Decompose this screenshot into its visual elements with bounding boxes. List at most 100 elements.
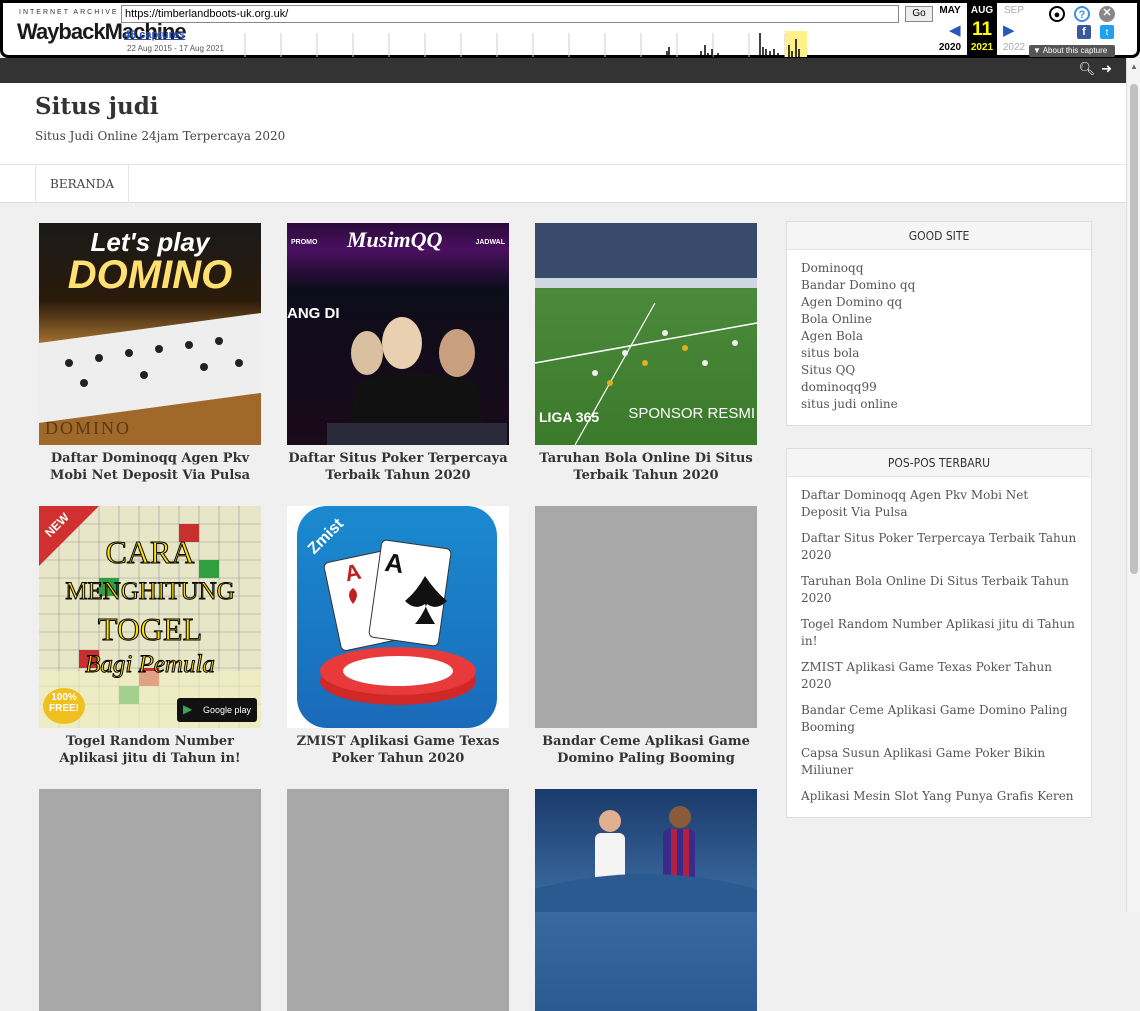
wayback-go-button[interactable]: Go — [905, 6, 933, 22]
page-scrollbar[interactable]: ▲ — [1126, 58, 1140, 912]
post-card[interactable] — [287, 789, 509, 1011]
list-item[interactable]: Agen Bola — [801, 328, 1077, 345]
thumb-text: TOGEL — [97, 611, 203, 648]
thumb-text: A — [383, 546, 406, 580]
post-thumbnail[interactable]: LIGA 365 SPONSOR RESMI — [535, 223, 757, 445]
list-item[interactable]: situs judi online — [801, 396, 1077, 413]
widget-good-site: GOOD SITE Dominoqq Bandar Domino qq Agen… — [786, 221, 1092, 426]
wayback-toolbar: INTERNET ARCHIVE WaybackMachine Go 48 ca… — [0, 0, 1140, 58]
list-item[interactable]: Dominoqq — [801, 260, 1077, 277]
prev-capture-arrow-icon[interactable]: ◀ — [949, 21, 961, 39]
thumb-text: MusimQQ — [347, 227, 443, 252]
thumb-text: DOMINO — [67, 253, 233, 297]
scrollbar-thumb[interactable] — [1130, 84, 1138, 574]
post-thumbnail[interactable]: NEW CARA MENGHITUNG TOGEL Bagi Pemula 10… — [39, 506, 261, 728]
capture-sparkline[interactable] — [233, 27, 807, 57]
topbar-icons: 🔍︎ ➜ — [1073, 62, 1112, 77]
list-item[interactable]: Daftar Dominoqq Agen Pkv Mobi Net Deposi… — [801, 487, 1077, 521]
thumb-text: JADWAL — [475, 239, 505, 246]
about-capture-label: About this capture — [1042, 46, 1108, 55]
thumb-text: LIGA 365 — [539, 409, 600, 425]
site-description: Situs Judi Online 24jam Terpercaya 2020 — [35, 129, 286, 143]
post-card[interactable]: NEW CARA MENGHITUNG TOGEL Bagi Pemula 10… — [39, 506, 261, 767]
list-item[interactable]: Bandar Ceme Aplikasi Game Domino Paling … — [801, 702, 1077, 736]
list-item[interactable]: Togel Random Number Aplikasi jitu di Tah… — [801, 616, 1077, 650]
post-title[interactable]: Togel Random Number Aplikasi jitu di Tah… — [39, 733, 261, 767]
twitter-icon[interactable]: t — [1100, 25, 1114, 39]
facebook-icon[interactable]: f — [1077, 25, 1091, 39]
thumb-text: SPONSOR RESMI — [628, 405, 755, 422]
current-month: AUG — [970, 5, 994, 16]
list-item[interactable]: Bola Online — [801, 311, 1077, 328]
main-nav: BERANDA — [0, 165, 1126, 203]
thumb-text: DOMINO — [45, 418, 131, 438]
list-item[interactable]: Taruhan Bola Online Di Situs Terbaik Tah… — [801, 573, 1077, 607]
site-title[interactable]: Situs judi — [35, 93, 159, 120]
thumb-text: 100% FREE! — [43, 688, 85, 724]
post-card[interactable] — [39, 789, 261, 1011]
post-card[interactable] — [535, 789, 757, 1011]
sign-in-icon[interactable]: ➜ — [1101, 62, 1112, 77]
about-capture-button[interactable]: ▼ About this capture — [1029, 45, 1115, 57]
prev-year-link[interactable]: 2020 — [935, 42, 965, 53]
site-topbar: 🔍︎ ➜ — [0, 58, 1126, 83]
post-thumbnail-placeholder[interactable] — [39, 789, 261, 1011]
post-thumbnail-placeholder[interactable] — [287, 789, 509, 1011]
post-thumbnail[interactable]: Zmist A A — [287, 506, 509, 728]
cards-and-chip-graphic — [320, 539, 476, 705]
widget-heading: POS-POS TERBARU — [787, 449, 1091, 477]
football-players-graphic — [535, 806, 757, 912]
captures-link[interactable]: 48 captures — [124, 29, 185, 41]
post-thumbnail-placeholder[interactable] — [535, 506, 757, 728]
next-year: 2022 — [1002, 42, 1026, 53]
post-title[interactable]: Daftar Situs Poker Terpercaya Terbaik Ta… — [287, 450, 509, 484]
next-capture-arrow-icon[interactable]: ▶ — [1003, 21, 1015, 39]
post-card[interactable]: Bandar Ceme Aplikasi Game Domino Paling … — [535, 506, 757, 767]
post-card[interactable]: Let's play DOMINO DOMINO Daftar Dominoqq… — [39, 223, 261, 484]
good-site-list: Dominoqq Bandar Domino qq Agen Domino qq… — [787, 250, 1091, 425]
thumb-text: Bagi Pemula — [85, 651, 216, 679]
site-header: Situs judi Situs Judi Online 24jam Terpe… — [0, 83, 1126, 165]
post-title[interactable]: Taruhan Bola Online Di Situs Terbaik Tah… — [535, 450, 757, 484]
list-item[interactable]: Aplikasi Mesin Slot Yang Punya Grafis Ke… — [801, 788, 1077, 805]
list-item[interactable]: Bandar Domino qq — [801, 277, 1077, 294]
list-item[interactable]: Agen Domino qq — [801, 294, 1077, 311]
close-icon[interactable]: ✕ — [1099, 6, 1115, 22]
list-item[interactable]: ZMIST Aplikasi Game Texas Poker Tahun 20… — [801, 659, 1077, 693]
post-card[interactable]: LIGA 365 SPONSOR RESMI Taruhan Bola Onli… — [535, 223, 757, 484]
post-thumbnail[interactable]: Let's play DOMINO DOMINO — [39, 223, 261, 445]
current-day: 11 — [971, 19, 993, 40]
post-title[interactable]: Daftar Dominoqq Agen Pkv Mobi Net Deposi… — [39, 450, 261, 484]
recent-posts-list: Daftar Dominoqq Agen Pkv Mobi Net Deposi… — [787, 477, 1091, 817]
internet-archive-label: INTERNET ARCHIVE — [19, 9, 119, 16]
list-item[interactable]: dominoqq99 — [801, 379, 1077, 396]
post-title[interactable]: Bandar Ceme Aplikasi Game Domino Paling … — [535, 733, 757, 767]
prev-month-link[interactable]: MAY — [935, 5, 965, 16]
list-item[interactable]: Situs QQ — [801, 362, 1077, 379]
thumb-text: Google play — [202, 705, 251, 715]
post-card[interactable]: Zmist A A ZMIST Aplikasi Game Texas Poke… — [287, 506, 509, 767]
models-graphic — [327, 317, 507, 445]
post-thumbnail[interactable] — [535, 789, 757, 1011]
thumb-text: MENGHITUNG — [65, 578, 235, 606]
post-thumbnail[interactable]: PROMO MusimQQ JADWAL ANG DI — [287, 223, 509, 445]
post-title[interactable]: ZMIST Aplikasi Game Texas Poker Tahun 20… — [287, 733, 509, 767]
list-item[interactable]: Daftar Situs Poker Terpercaya Terbaik Ta… — [801, 530, 1077, 564]
nav-item-beranda[interactable]: BERANDA — [35, 165, 130, 203]
thumb-text: CARA — [105, 534, 195, 571]
account-icon[interactable]: ● — [1049, 6, 1065, 22]
next-month: SEP — [1003, 5, 1024, 16]
scroll-up-arrow-icon[interactable]: ▲ — [1130, 62, 1138, 71]
capture-date-range: 22 Aug 2015 - 17 Aug 2021 — [127, 44, 224, 53]
list-item[interactable]: Capsa Susun Aplikasi Game Poker Bikin Mi… — [801, 745, 1077, 779]
search-icon[interactable]: 🔍︎ — [1079, 62, 1096, 77]
widget-recent-posts: POS-POS TERBARU Daftar Dominoqq Agen Pkv… — [786, 448, 1092, 818]
help-icon[interactable]: ? — [1074, 6, 1090, 22]
current-year: 2021 — [970, 42, 994, 53]
play-triangle-icon: ▶ — [183, 702, 193, 716]
post-card[interactable]: PROMO MusimQQ JADWAL ANG DI Daftar Situs… — [287, 223, 509, 484]
wayback-url-input[interactable] — [121, 5, 899, 23]
widget-heading: GOOD SITE — [787, 222, 1091, 250]
list-item[interactable]: situs bola — [801, 345, 1077, 362]
thumb-text: PROMO — [291, 239, 318, 246]
